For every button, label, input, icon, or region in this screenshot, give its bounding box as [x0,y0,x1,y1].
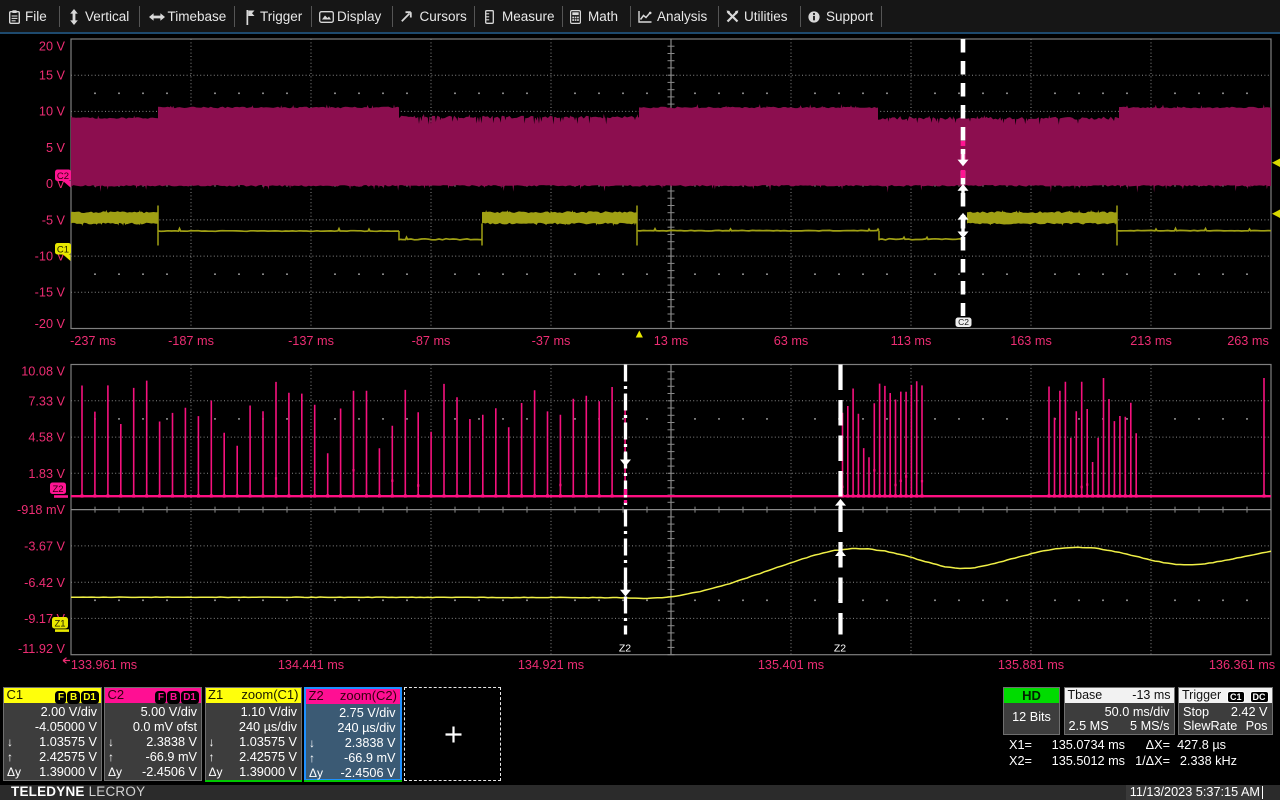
svg-text:-5 V: -5 V [42,213,66,227]
svg-text:1.83 V: 1.83 V [28,467,65,481]
svg-text:-3.67 V: -3.67 V [24,540,65,554]
svg-text:135.881 ms: 135.881 ms [998,658,1064,672]
svg-text:-20 V: -20 V [35,317,66,331]
svg-text:4.58 V: 4.58 V [28,431,65,445]
svg-text:-237 ms: -237 ms [70,334,116,348]
svg-text:7.33 V: 7.33 V [28,394,65,408]
svg-text:63 ms: 63 ms [774,334,809,348]
svg-text:213 ms: 213 ms [1130,334,1172,348]
svg-text:C2: C2 [958,317,969,327]
svg-text:-11.92 V: -11.92 V [18,642,66,656]
svg-text:13 ms: 13 ms [654,334,689,348]
svg-text:Z2: Z2 [834,643,846,655]
svg-text:135.401 ms: 135.401 ms [758,658,824,672]
svg-text:-87 ms: -87 ms [412,334,451,348]
svg-text:134.441 ms: 134.441 ms [278,658,344,672]
svg-text:-37 ms: -37 ms [532,334,571,348]
svg-text:113 ms: 113 ms [891,334,932,348]
svg-text:-6.42 V: -6.42 V [24,576,65,590]
svg-text:10.08 V: 10.08 V [21,364,65,378]
svg-text:C2: C2 [57,171,69,182]
svg-text:C1: C1 [57,244,69,255]
svg-text:10 V: 10 V [39,105,66,119]
svg-text:20 V: 20 V [39,39,66,53]
svg-text:136.361 ms: 136.361 ms [1209,658,1275,672]
svg-text:-187 ms: -187 ms [168,334,214,348]
svg-text:-918 mV: -918 mV [17,503,65,517]
svg-text:133.961 ms: 133.961 ms [71,658,137,672]
svg-text:5 V: 5 V [46,141,66,155]
svg-text:Z1: Z1 [54,618,65,629]
svg-text:134.921 ms: 134.921 ms [518,658,584,672]
svg-text:-15 V: -15 V [35,286,66,300]
svg-text:163 ms: 163 ms [1010,334,1052,348]
svg-text:Z2: Z2 [52,484,63,495]
svg-text:263 ms: 263 ms [1227,334,1269,348]
svg-text:Z2: Z2 [619,643,631,655]
svg-text:15 V: 15 V [39,69,66,83]
svg-text:-137 ms: -137 ms [288,334,334,348]
